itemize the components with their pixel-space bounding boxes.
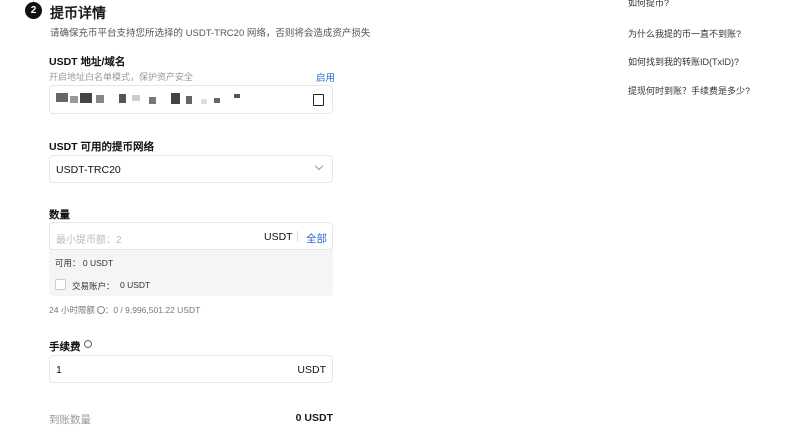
- step-number-badge: 2: [25, 2, 42, 19]
- whitelist-hint: 开启地址白名单模式，保护资产安全: [49, 72, 194, 82]
- daily-limit-value: ：0 / 9,996,501.22 USDT: [104, 305, 201, 315]
- faq-link[interactable]: 如何找到我的转账ID(TxID)?: [628, 55, 739, 68]
- max-amount-button[interactable]: 全部: [306, 231, 327, 246]
- amount-placeholder: 最小提币额：2: [56, 235, 122, 246]
- section-title: 提币详情: [50, 5, 106, 21]
- address-input[interactable]: [49, 85, 333, 114]
- fee-unit: USDT: [297, 364, 326, 376]
- faq-link[interactable]: 提现何时到账？手续费是多少?: [628, 84, 750, 97]
- faq-link[interactable]: 为什么我提的币一直不到账?: [628, 27, 741, 40]
- network-selected-value: USDT-TRC20: [56, 164, 121, 176]
- faq-link[interactable]: 如何提币?: [628, 0, 669, 9]
- available-balance: 可用： 0 USDT: [55, 258, 114, 268]
- trading-account-value: 0 USDT: [120, 280, 151, 290]
- fee-label: 手续费: [49, 341, 81, 353]
- section-subtitle: 请确保充币平台支持您所选择的 USDT-TRC20 网络，否则将会造成资产损失: [50, 28, 371, 39]
- enable-whitelist-link[interactable]: 启用: [316, 70, 335, 84]
- info-icon[interactable]: [96, 306, 105, 314]
- amount-input[interactable]: 最小提币额：2 USDT 全部: [49, 222, 333, 250]
- address-book-icon[interactable]: [313, 94, 324, 106]
- receive-amount-value: 0 USDT: [295, 412, 333, 424]
- daily-limit: 24 小时限额 ：0 / 9,996,501.22 USDT: [49, 304, 200, 316]
- fee-value: 1: [56, 364, 62, 376]
- amount-label: 数量: [49, 209, 70, 221]
- fee-info-icon[interactable]: [84, 340, 92, 348]
- receive-amount-label: 到账数量: [49, 414, 91, 426]
- divider: [297, 231, 298, 242]
- daily-limit-label: 24 小时限额: [49, 305, 95, 315]
- fee-field: 1 USDT: [49, 355, 333, 383]
- network-label: USDT 可用的提币网络: [49, 141, 154, 153]
- network-select[interactable]: USDT-TRC20: [49, 155, 333, 183]
- address-label: USDT 地址/域名: [49, 56, 126, 68]
- amount-unit: USDT: [264, 231, 293, 243]
- trading-account-checkbox[interactable]: [55, 279, 66, 290]
- chevron-down-icon: [314, 161, 324, 171]
- trading-account-label: 交易账户：: [72, 281, 115, 291]
